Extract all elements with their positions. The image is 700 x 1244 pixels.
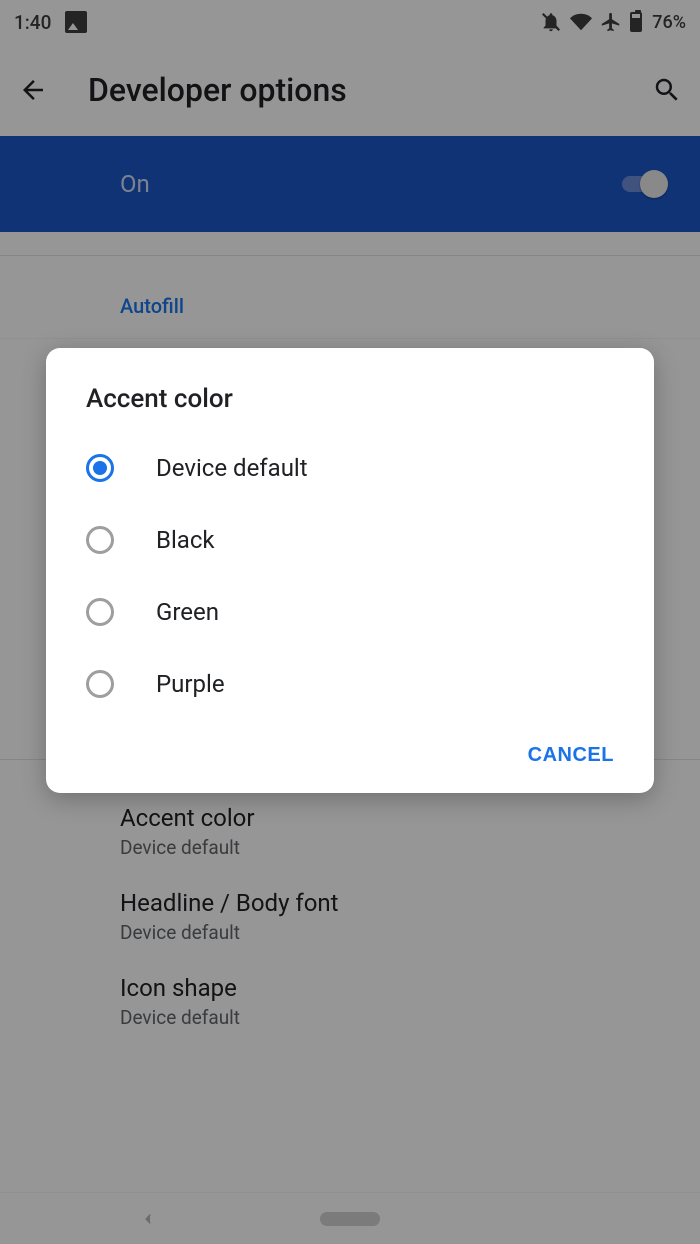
radio-icon bbox=[86, 670, 114, 698]
option-device-default[interactable]: Device default bbox=[46, 432, 654, 504]
option-label: Device default bbox=[156, 454, 308, 482]
radio-icon bbox=[86, 454, 114, 482]
option-purple[interactable]: Purple bbox=[46, 648, 654, 720]
cancel-button[interactable]: CANCEL bbox=[528, 744, 614, 767]
radio-icon bbox=[86, 598, 114, 626]
option-label: Green bbox=[156, 598, 219, 626]
accent-color-dialog: Accent color Device default Black Green … bbox=[46, 348, 654, 793]
dialog-title: Accent color bbox=[46, 384, 654, 432]
option-green[interactable]: Green bbox=[46, 576, 654, 648]
option-label: Purple bbox=[156, 670, 225, 698]
radio-icon bbox=[86, 526, 114, 554]
option-black[interactable]: Black bbox=[46, 504, 654, 576]
option-label: Black bbox=[156, 526, 215, 554]
